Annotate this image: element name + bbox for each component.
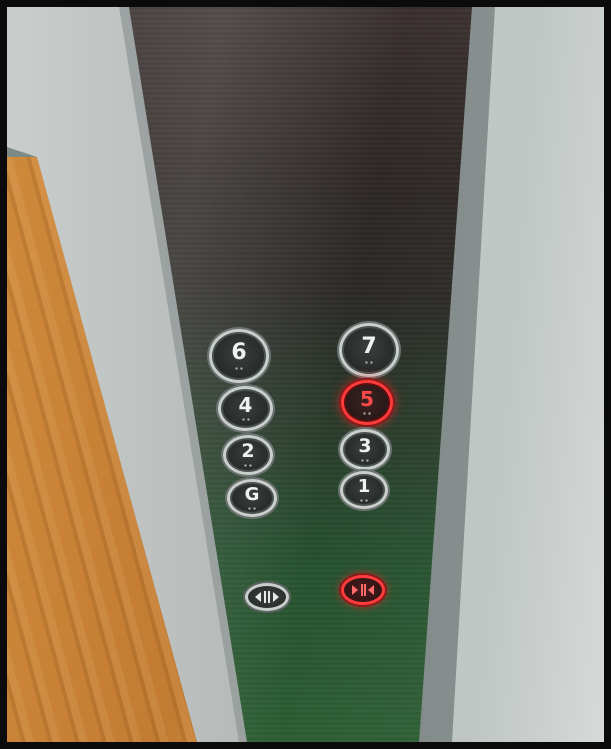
braille-dots-icon bbox=[234, 365, 244, 371]
floor-2-button[interactable]: 2 bbox=[223, 435, 273, 475]
door-close-icon bbox=[352, 584, 374, 596]
floor-2-label: 2 bbox=[241, 440, 255, 462]
floor-1-button[interactable]: 1 bbox=[340, 471, 388, 509]
floor-7-label: 7 bbox=[361, 333, 377, 359]
photo-frame: 6 4 2 G 7 5 3 1 bbox=[0, 0, 611, 749]
door-close-button[interactable] bbox=[341, 575, 385, 605]
floor-4-button[interactable]: 4 bbox=[218, 386, 273, 431]
elevator-interior: 6 4 2 G 7 5 3 1 bbox=[7, 7, 604, 742]
floor-7-button[interactable]: 7 bbox=[339, 323, 399, 377]
braille-dots-icon bbox=[364, 359, 374, 365]
floor-5-label: 5 bbox=[360, 387, 374, 411]
door-open-button[interactable] bbox=[245, 583, 289, 611]
floor-6-button[interactable]: 6 bbox=[209, 329, 269, 383]
floor-3-button[interactable]: 3 bbox=[340, 429, 390, 470]
braille-dots-icon bbox=[240, 417, 251, 422]
floor-5-button[interactable]: 5 bbox=[341, 380, 393, 425]
braille-dots-icon bbox=[359, 497, 369, 503]
floor-1-label: 1 bbox=[357, 475, 371, 497]
door-open-icon bbox=[255, 591, 279, 603]
floor-g-label: G bbox=[244, 483, 260, 505]
floor-g-button[interactable]: G bbox=[227, 479, 277, 517]
floor-3-label: 3 bbox=[358, 434, 372, 457]
braille-dots-icon bbox=[243, 463, 253, 468]
braille-dots-icon bbox=[360, 457, 370, 463]
braille-dots-icon bbox=[362, 411, 372, 416]
braille-dots-icon bbox=[247, 505, 257, 511]
floor-4-label: 4 bbox=[238, 393, 253, 417]
floor-6-label: 6 bbox=[231, 339, 247, 365]
